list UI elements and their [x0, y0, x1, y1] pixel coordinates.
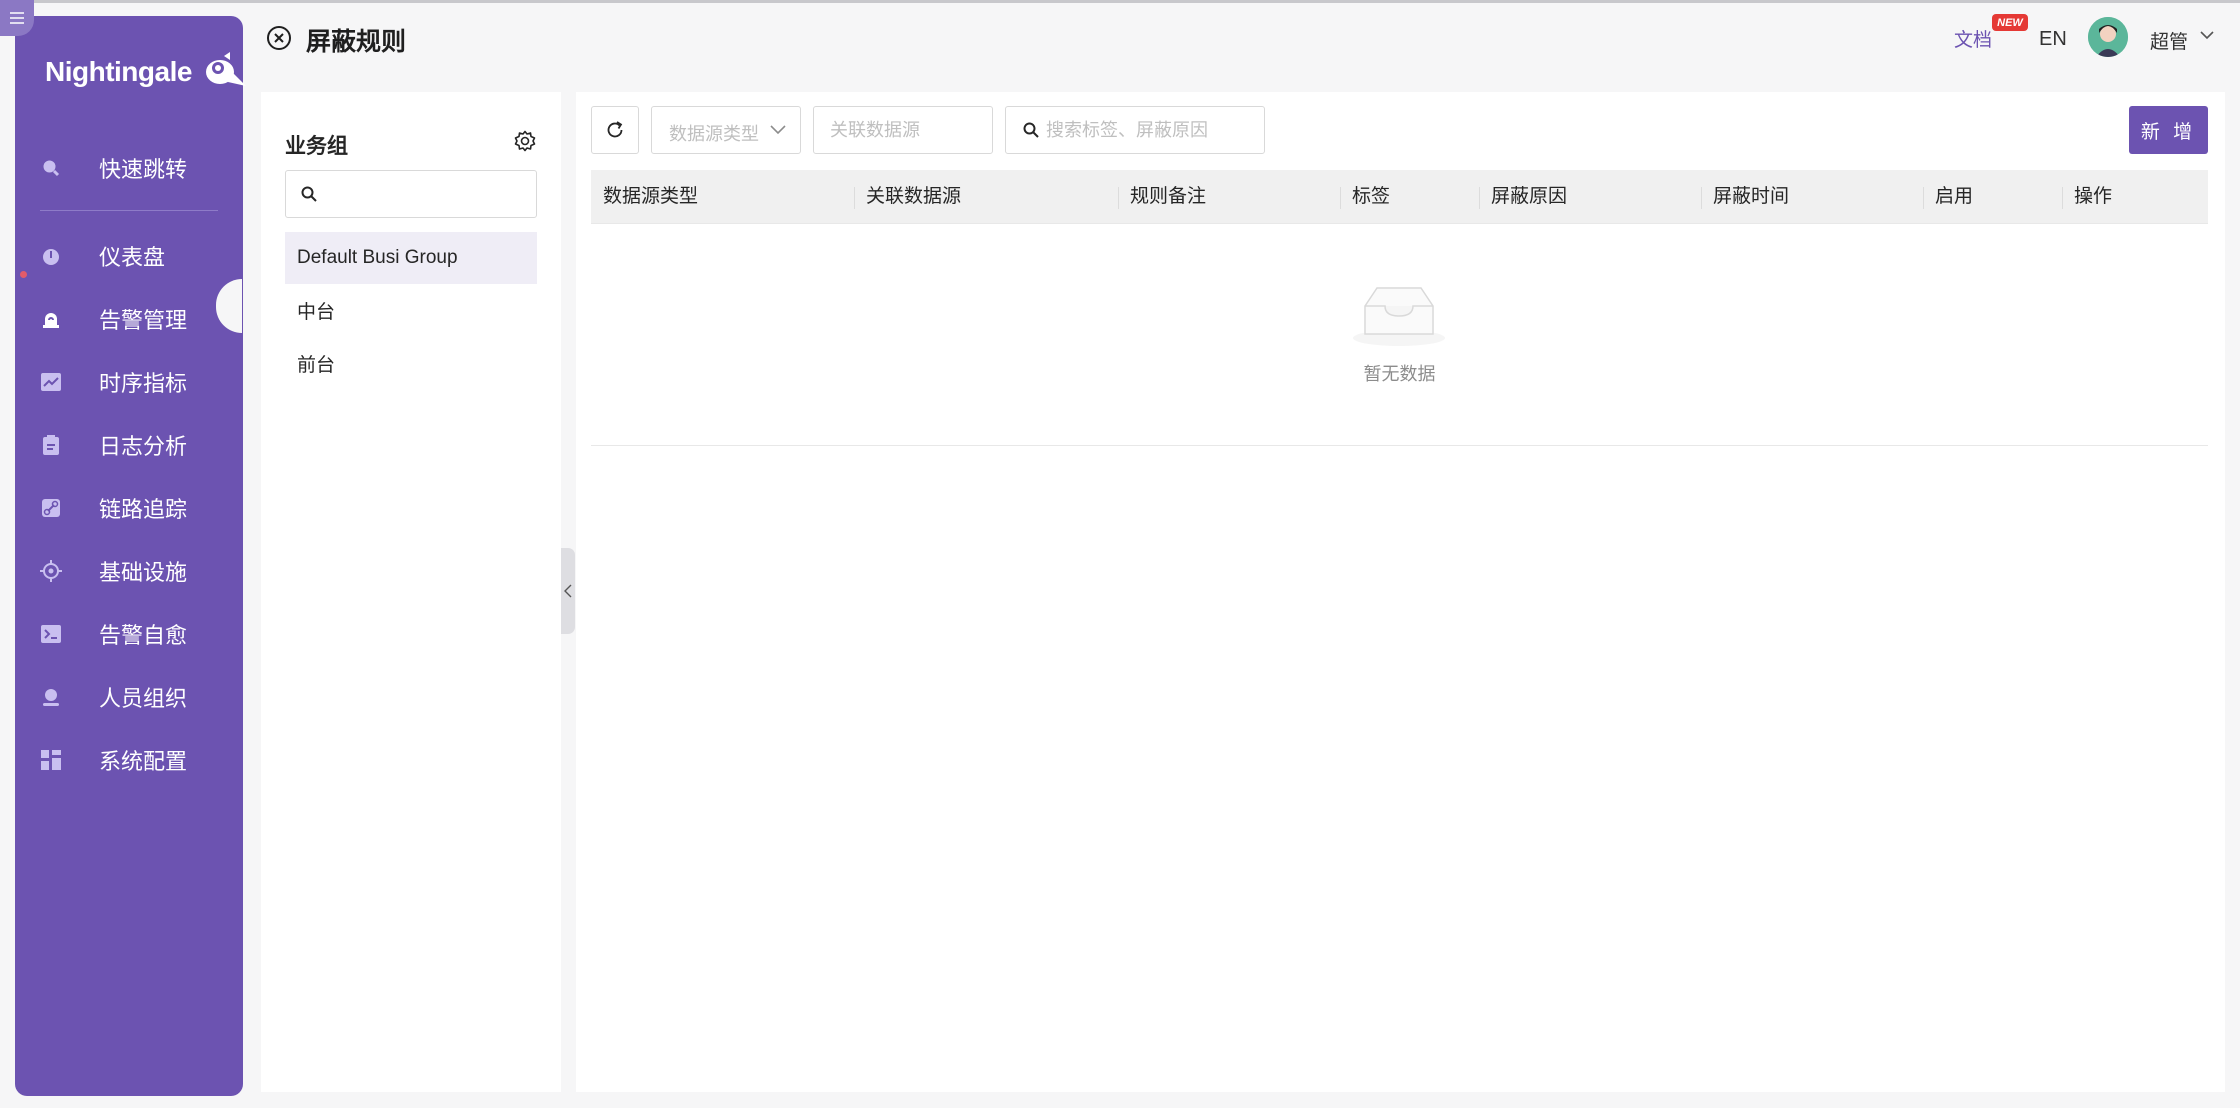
close-page-button[interactable] — [266, 25, 292, 51]
business-group-item[interactable]: 前台 — [285, 337, 537, 389]
refresh-icon — [607, 121, 623, 138]
search-icon — [301, 186, 317, 202]
link-icon — [40, 497, 62, 519]
sidebar-item-quick-jump[interactable]: 快速跳转 — [15, 144, 243, 192]
avatar[interactable] — [2088, 17, 2128, 57]
business-group-item[interactable]: 中台 — [285, 284, 537, 336]
collapse-panel-handle[interactable] — [561, 548, 575, 634]
docs-link[interactable]: 文档 — [1954, 25, 1992, 52]
sidebar-item-label: 时序指标 — [99, 371, 188, 396]
line-chart-icon — [40, 371, 62, 393]
business-group-item[interactable]: Default Busi Group — [285, 232, 537, 284]
business-group-search[interactable] — [285, 170, 537, 218]
sidebar-item-label: 仪表盘 — [99, 245, 166, 270]
sidebar-item-alarm-management[interactable]: 告警管理 — [15, 295, 243, 343]
sidebar-item-tracing[interactable]: 链路追踪 — [15, 484, 243, 532]
logo-text: Nightingale — [45, 56, 192, 87]
sidebar-item-self-healing[interactable]: 告警自愈 — [15, 610, 243, 658]
search-field[interactable] — [1005, 106, 1265, 154]
add-button[interactable]: 新 增 — [2129, 106, 2208, 154]
sidebar-item-time-series[interactable]: 时序指标 — [15, 358, 243, 406]
table-header: 数据源类型 关联数据源 规则备注 标签 屏蔽原因 屏蔽时间 启用 操作 — [591, 170, 2208, 224]
column-header[interactable]: 标签 — [1340, 170, 1390, 224]
empty-inbox-icon — [1353, 287, 1445, 346]
sidebar-item-label: 日志分析 — [99, 434, 188, 459]
top-border — [0, 0, 2240, 3]
mute-rules-table: 数据源类型 关联数据源 规则备注 标签 屏蔽原因 屏蔽时间 启用 操作 暂无数据 — [591, 170, 2208, 446]
datasource-type-placeholder: 数据源类型 — [669, 124, 759, 144]
chevron-down-icon — [770, 125, 786, 135]
page-title: 屏蔽规则 — [306, 28, 407, 56]
refresh-button[interactable] — [591, 106, 639, 154]
table-body: 暂无数据 — [591, 224, 2208, 446]
search-input[interactable] — [1046, 115, 1256, 145]
column-header[interactable]: 启用 — [1923, 170, 1973, 224]
sidebar-item-label: 快速跳转 — [99, 157, 188, 182]
new-badge: NEW — [1992, 14, 2028, 31]
chevron-left-icon — [564, 584, 572, 598]
language-switch[interactable]: EN — [2039, 28, 2067, 51]
user-icon — [40, 686, 62, 708]
datasource-type-select[interactable]: 数据源类型 — [651, 106, 801, 154]
target-icon — [40, 560, 62, 582]
logo[interactable]: Nightingale — [45, 52, 248, 92]
sidebar-item-people-org[interactable]: 人员组织 — [15, 673, 243, 721]
related-datasource-input[interactable] — [830, 115, 980, 145]
menu-toggle-button[interactable] — [0, 0, 34, 36]
sidebar: Nightingale 快速跳转 仪表盘 告警管理 时序指标 日志分析 链路追踪… — [15, 16, 246, 1096]
search-icon — [40, 157, 62, 179]
notification-dot — [20, 271, 27, 278]
sidebar-item-system-config[interactable]: 系统配置 — [15, 736, 243, 784]
sidebar-item-label: 链路追踪 — [99, 497, 188, 522]
gear-icon[interactable] — [514, 130, 536, 152]
log-icon — [40, 434, 62, 456]
settings-grid-icon — [40, 749, 62, 771]
user-name[interactable]: 超管 — [2150, 27, 2188, 54]
alarm-icon — [40, 308, 62, 330]
nightingale-bird-icon — [205, 52, 246, 86]
sidebar-item-label: 人员组织 — [99, 686, 188, 711]
column-header[interactable]: 屏蔽原因 — [1479, 170, 1567, 224]
dashboard-icon — [40, 245, 62, 267]
related-datasource-field[interactable] — [813, 106, 993, 154]
sidebar-item-label: 告警自愈 — [99, 623, 188, 648]
sidebar-item-log-analysis[interactable]: 日志分析 — [15, 421, 243, 469]
column-header[interactable]: 操作 — [2062, 170, 2112, 224]
close-circle-icon — [267, 26, 291, 50]
business-group-search-input[interactable] — [326, 179, 526, 209]
sidebar-divider — [40, 210, 218, 211]
sidebar-item-label: 告警管理 — [99, 308, 188, 333]
column-header[interactable]: 规则备注 — [1118, 170, 1206, 224]
sidebar-item-label: 系统配置 — [99, 749, 188, 774]
chevron-down-icon[interactable] — [2200, 30, 2214, 40]
terminal-icon — [40, 623, 62, 645]
column-header[interactable]: 数据源类型 — [591, 170, 698, 224]
sidebar-item-label: 基础设施 — [99, 560, 188, 585]
search-icon — [1023, 122, 1039, 138]
sidebar-item-infrastructure[interactable]: 基础设施 — [15, 547, 243, 595]
business-group-title: 业务组 — [285, 135, 348, 158]
menu-icon — [10, 12, 24, 24]
empty-state-text: 暂无数据 — [1363, 364, 1436, 384]
sidebar-item-dashboard[interactable]: 仪表盘 — [15, 232, 243, 280]
column-header[interactable]: 屏蔽时间 — [1701, 170, 1789, 224]
column-header[interactable]: 关联数据源 — [854, 170, 961, 224]
main-panel: 数据源类型 新 增 数据源类型 关联数据源 规则备注 标签 屏蔽原因 屏蔽时间 … — [576, 92, 2225, 1092]
business-group-panel: 业务组 Default Busi Group 中台 前台 — [261, 92, 561, 1092]
